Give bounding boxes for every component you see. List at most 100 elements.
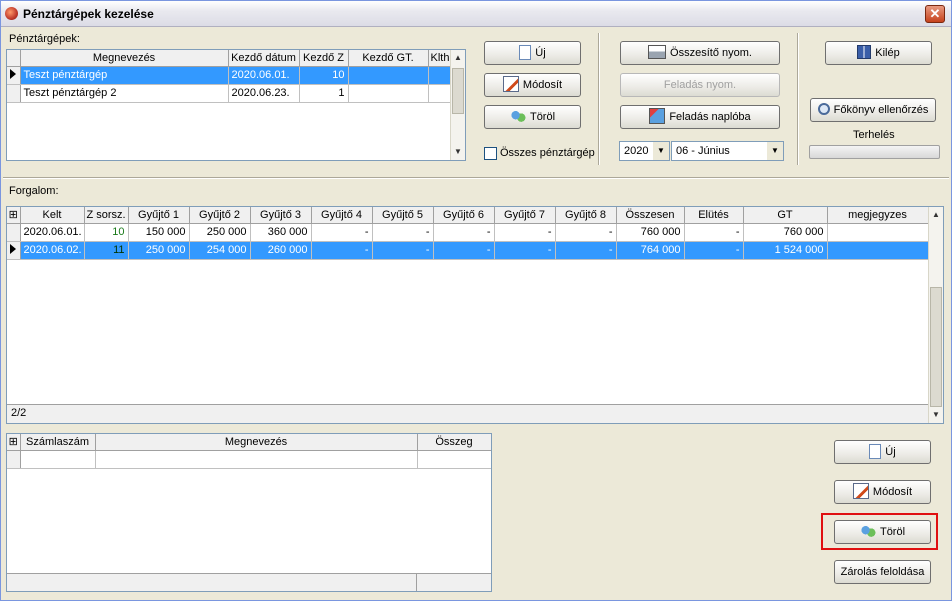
cell-keystroke[interactable]: - bbox=[684, 223, 744, 242]
close-button[interactable]: ✕ bbox=[925, 5, 945, 23]
table-row[interactable]: 2020.06.01. 10 150 000 250 000 360 000 -… bbox=[7, 223, 929, 242]
register-delete-button[interactable]: Töröl bbox=[484, 105, 581, 129]
cell-collector-8[interactable]: - bbox=[555, 241, 617, 260]
col-header-collector-5[interactable]: Gyűjtő 5 bbox=[372, 207, 434, 224]
cell-z-serial[interactable]: 11 bbox=[84, 241, 129, 260]
invoice-delete-button[interactable]: Töröl bbox=[834, 520, 931, 544]
register-klth[interactable] bbox=[428, 66, 451, 85]
scroll-down-icon[interactable]: ▼ bbox=[929, 407, 943, 423]
register-start-gt[interactable] bbox=[348, 66, 429, 85]
post-journal-button[interactable]: Feladás naplóba bbox=[620, 105, 780, 129]
delete-icon bbox=[859, 523, 876, 540]
cell-collector-3[interactable]: 260 000 bbox=[250, 241, 312, 260]
invoice-new-button[interactable]: Új bbox=[834, 440, 931, 464]
invoices-grid[interactable]: ⊞ Számlaszám Megnevezés Összeg bbox=[6, 433, 492, 592]
col-header-keystroke[interactable]: Elütés bbox=[684, 207, 744, 224]
register-new-button[interactable]: Új bbox=[484, 41, 581, 65]
table-row[interactable]: Teszt pénztárgép 2020.06.01. 10 bbox=[7, 66, 451, 85]
scroll-thumb[interactable] bbox=[930, 287, 942, 407]
cell-collector-6[interactable]: - bbox=[433, 223, 495, 242]
cell-collector-4[interactable]: - bbox=[311, 223, 373, 242]
post-print-button[interactable]: Feladás nyom. bbox=[620, 73, 780, 97]
cell-description[interactable] bbox=[95, 450, 418, 469]
year-select[interactable]: 2020 ▼ bbox=[619, 141, 670, 161]
col-header-description[interactable]: Megnevezés bbox=[95, 434, 418, 451]
registers-grid[interactable]: Megnevezés Kezdő dátum Kezdő Z Kezdő GT.… bbox=[6, 49, 466, 161]
traffic-scrollbar[interactable]: ▲ ▼ bbox=[928, 207, 943, 423]
cell-collector-7[interactable]: - bbox=[494, 241, 556, 260]
scroll-up-icon[interactable]: ▲ bbox=[451, 50, 465, 66]
cell-collector-8[interactable]: - bbox=[555, 223, 617, 242]
cell-z-serial[interactable]: 10 bbox=[84, 223, 129, 242]
cell-collector-1[interactable]: 250 000 bbox=[128, 241, 190, 260]
col-header-collector-4[interactable]: Gyűjtő 4 bbox=[311, 207, 373, 224]
cell-collector-4[interactable]: - bbox=[311, 241, 373, 260]
scroll-up-icon[interactable]: ▲ bbox=[929, 207, 943, 223]
col-header-collector-6[interactable]: Gyűjtő 6 bbox=[433, 207, 495, 224]
col-header-collector-7[interactable]: Gyűjtő 7 bbox=[494, 207, 556, 224]
col-header-invoice-number[interactable]: Számlaszám bbox=[20, 434, 96, 451]
register-edit-button[interactable]: Módosít bbox=[484, 73, 581, 97]
cell-comment[interactable] bbox=[827, 223, 929, 242]
cell-gt[interactable]: 1 524 000 bbox=[743, 241, 828, 260]
chevron-down-icon[interactable]: ▼ bbox=[653, 142, 669, 160]
grid-menu-icon[interactable]: ⊞ bbox=[7, 207, 21, 224]
cell-date[interactable]: 2020.06.01. bbox=[20, 223, 85, 242]
all-registers-checkbox[interactable] bbox=[484, 147, 497, 160]
cell-comment[interactable] bbox=[827, 241, 929, 260]
register-start-gt[interactable] bbox=[348, 84, 429, 103]
cell-collector-3[interactable]: 360 000 bbox=[250, 223, 312, 242]
cell-invoice-number[interactable] bbox=[20, 450, 96, 469]
col-header-start-gt[interactable]: Kezdő GT. bbox=[348, 50, 429, 67]
cell-gt[interactable]: 760 000 bbox=[743, 223, 828, 242]
register-klth[interactable] bbox=[428, 84, 451, 103]
table-row[interactable]: 2020.06.02. 11 250 000 254 000 260 000 -… bbox=[7, 241, 929, 260]
cell-total[interactable]: 760 000 bbox=[616, 223, 685, 242]
cell-amount[interactable] bbox=[417, 450, 491, 469]
col-header-name[interactable]: Megnevezés bbox=[20, 50, 229, 67]
traffic-grid[interactable]: ⊞ Kelt Z sorsz. Gyűjtő 1 Gyűjtő 2 Gyűjtő… bbox=[6, 206, 944, 424]
col-header-amount[interactable]: Összeg bbox=[417, 434, 491, 451]
table-row[interactable]: Teszt pénztárgép 2 2020.06.23. 1 bbox=[7, 84, 451, 103]
col-header-gt[interactable]: GT bbox=[743, 207, 828, 224]
grid-menu-icon[interactable]: ⊞ bbox=[7, 434, 21, 451]
scroll-thumb[interactable] bbox=[452, 68, 464, 114]
cell-collector-5[interactable]: - bbox=[372, 241, 434, 260]
register-name[interactable]: Teszt pénztárgép bbox=[20, 66, 229, 85]
summary-print-button[interactable]: Összesítő nyom. bbox=[620, 41, 780, 65]
col-header-collector-1[interactable]: Gyűjtő 1 bbox=[128, 207, 190, 224]
cell-collector-1[interactable]: 150 000 bbox=[128, 223, 190, 242]
col-header-klth[interactable]: Klth bbox=[428, 50, 451, 67]
col-header-start-date[interactable]: Kezdő dátum bbox=[228, 50, 300, 67]
col-header-comment[interactable]: megjegyzes bbox=[827, 207, 929, 224]
col-header-total[interactable]: Összesen bbox=[616, 207, 685, 224]
cell-collector-6[interactable]: - bbox=[433, 241, 495, 260]
cell-collector-2[interactable]: 250 000 bbox=[189, 223, 251, 242]
ledger-check-button[interactable]: Főkönyv ellenőrzés bbox=[810, 98, 936, 122]
month-select[interactable]: 06 - Június ▼ bbox=[671, 141, 784, 161]
register-start-z[interactable]: 1 bbox=[299, 84, 349, 103]
exit-button[interactable]: Kilép bbox=[825, 41, 932, 65]
col-header-start-z[interactable]: Kezdő Z bbox=[299, 50, 349, 67]
register-name[interactable]: Teszt pénztárgép 2 bbox=[20, 84, 229, 103]
col-header-collector-2[interactable]: Gyűjtő 2 bbox=[189, 207, 251, 224]
table-row[interactable] bbox=[7, 450, 491, 469]
cell-collector-5[interactable]: - bbox=[372, 223, 434, 242]
cell-date[interactable]: 2020.06.02. bbox=[20, 241, 85, 260]
scroll-down-icon[interactable]: ▼ bbox=[451, 144, 465, 160]
col-header-collector-3[interactable]: Gyűjtő 3 bbox=[250, 207, 312, 224]
cell-collector-7[interactable]: - bbox=[494, 223, 556, 242]
register-start-date[interactable]: 2020.06.01. bbox=[228, 66, 300, 85]
register-start-date[interactable]: 2020.06.23. bbox=[228, 84, 300, 103]
chevron-down-icon[interactable]: ▼ bbox=[767, 142, 783, 160]
col-header-date[interactable]: Kelt bbox=[20, 207, 85, 224]
col-header-collector-8[interactable]: Gyűjtő 8 bbox=[555, 207, 617, 224]
register-start-z[interactable]: 10 bbox=[299, 66, 349, 85]
cell-collector-2[interactable]: 254 000 bbox=[189, 241, 251, 260]
unlock-button[interactable]: Zárolás feloldása bbox=[834, 560, 931, 584]
cell-total[interactable]: 764 000 bbox=[616, 241, 685, 260]
cell-keystroke[interactable]: - bbox=[684, 241, 744, 260]
registers-scrollbar[interactable]: ▲ ▼ bbox=[450, 50, 465, 160]
col-header-z-serial[interactable]: Z sorsz. bbox=[84, 207, 129, 224]
invoice-edit-button[interactable]: Módosít bbox=[834, 480, 931, 504]
